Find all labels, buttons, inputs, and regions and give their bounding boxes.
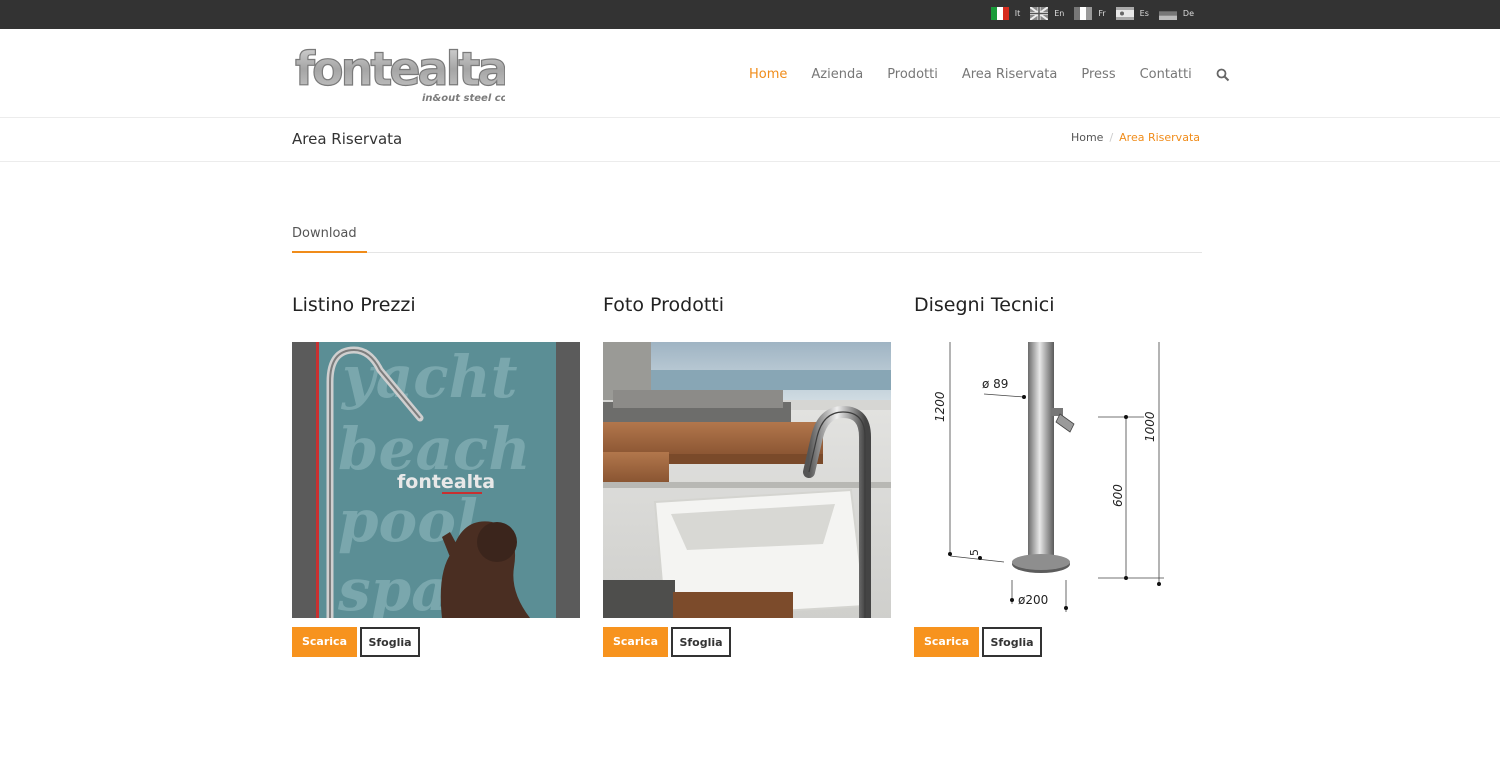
- breadcrumb-separator: /: [1109, 131, 1114, 144]
- card-actions: Scarica Sfoglia: [603, 627, 891, 657]
- france-flag-icon: [1074, 7, 1093, 20]
- product-photo-image[interactable]: [603, 342, 891, 618]
- lang-en[interactable]: En: [1030, 7, 1064, 20]
- browse-button[interactable]: Sfoglia: [982, 627, 1042, 657]
- page-title-bar: Area Riservata Home / Area Riservata: [0, 118, 1500, 162]
- dimension-label: 1000: [1143, 411, 1157, 442]
- card-title: Listino Prezzi: [292, 294, 416, 316]
- tab-download[interactable]: Download: [292, 226, 367, 253]
- language-switcher: It En Fr Es De: [990, 7, 1194, 20]
- lang-es[interactable]: Es: [1115, 7, 1149, 20]
- fontealta-logo[interactable]: fontealta in&out steel concept: [293, 43, 505, 105]
- cover-brand: fontealta: [397, 471, 495, 493]
- lang-it[interactable]: It: [990, 7, 1021, 20]
- card-listino-prezzi: Listino Prezzi yacht beach pool spa font…: [292, 294, 580, 657]
- nav-azienda[interactable]: Azienda: [811, 67, 863, 82]
- breadcrumb-current: Area Riservata: [1119, 131, 1200, 144]
- technical-drawing-image[interactable]: ø 89 ø200 1200 1000 600 5: [914, 342, 1202, 618]
- card-title: Disegni Tecnici: [914, 294, 1055, 316]
- tab-bar: Download: [292, 226, 1202, 253]
- price-list-cover-image[interactable]: yacht beach pool spa fontealta: [292, 342, 580, 618]
- lang-label: En: [1054, 9, 1065, 18]
- nav-home[interactable]: Home: [749, 67, 787, 82]
- breadcrumb-home[interactable]: Home: [1071, 131, 1103, 144]
- card-disegni-tecnici: Disegni Tecnici ø 89 ø200 1200 1000 600 …: [914, 294, 1202, 657]
- dimension-label: ø 89: [982, 377, 1008, 391]
- site-header: fontealta in&out steel concept Home Azie…: [0, 29, 1500, 118]
- download-button[interactable]: Scarica: [914, 627, 979, 657]
- lang-label: Fr: [1098, 9, 1106, 18]
- browse-button[interactable]: Sfoglia: [671, 627, 731, 657]
- card-actions: Scarica Sfoglia: [914, 627, 1202, 657]
- lang-label: Es: [1139, 9, 1149, 18]
- search-icon[interactable]: [1216, 68, 1230, 82]
- germany-flag-icon: [1158, 7, 1177, 20]
- nav-prodotti[interactable]: Prodotti: [887, 67, 938, 82]
- card-title: Foto Prodotti: [603, 294, 724, 316]
- svg-text:in&out steel concept: in&out steel concept: [422, 93, 505, 104]
- browse-button[interactable]: Sfoglia: [360, 627, 420, 657]
- page-title: Area Riservata: [292, 130, 403, 148]
- cover-word: spa: [337, 556, 449, 618]
- download-button[interactable]: Scarica: [292, 627, 357, 657]
- svg-text:fontealta: fontealta: [295, 43, 505, 96]
- lang-label: It: [1014, 9, 1021, 18]
- nav-press[interactable]: Press: [1081, 67, 1115, 82]
- breadcrumb: Home / Area Riservata: [1071, 131, 1200, 144]
- dimension-label: ø200: [1018, 593, 1048, 607]
- dimension-label: 5: [968, 549, 981, 556]
- lang-de[interactable]: De: [1158, 7, 1194, 20]
- dimension-label: 1200: [933, 391, 947, 422]
- lang-label: De: [1182, 9, 1194, 18]
- italy-flag-icon: [990, 7, 1009, 20]
- spain-flag-icon: [1115, 7, 1134, 20]
- nav-area-riservata[interactable]: Area Riservata: [962, 67, 1058, 82]
- nav-contatti[interactable]: Contatti: [1140, 67, 1192, 82]
- card-actions: Scarica Sfoglia: [292, 627, 580, 657]
- main-nav: Home Azienda Prodotti Area Riservata Pre…: [749, 67, 1230, 82]
- uk-flag-icon: [1030, 7, 1049, 20]
- lang-fr[interactable]: Fr: [1074, 7, 1106, 20]
- top-bar: It En Fr Es De: [0, 0, 1500, 29]
- dimension-label: 600: [1111, 484, 1125, 507]
- card-foto-prodotti: Foto Prodotti Scarica Sfoglia: [603, 294, 891, 657]
- download-button[interactable]: Scarica: [603, 627, 668, 657]
